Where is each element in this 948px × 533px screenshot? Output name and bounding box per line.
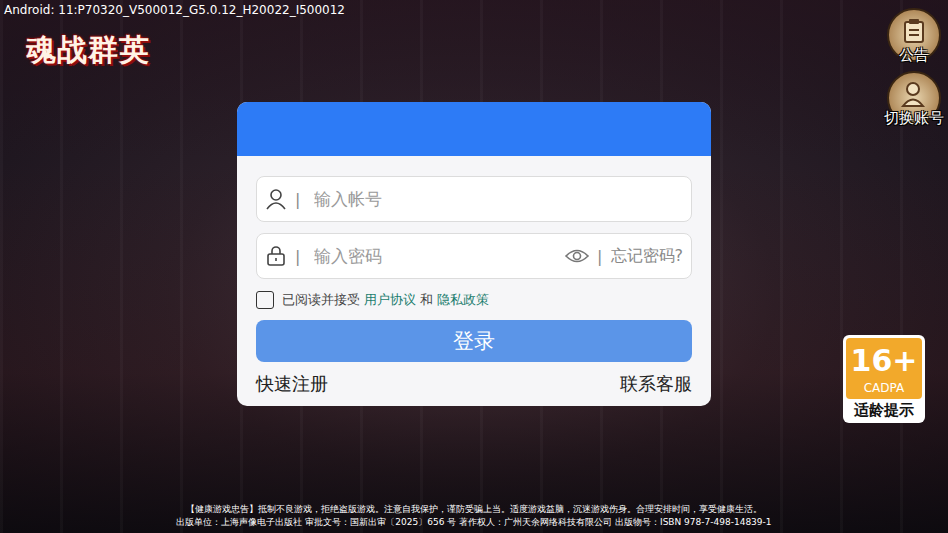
password-field: ||忘记密码?: [256, 233, 692, 279]
footer-notice: 【健康游戏忠告】抵制不良游戏，拒绝盗版游戏。注意自我保护，谨防受骗上当。适度游戏…: [176, 503, 771, 529]
user-icon: [265, 188, 287, 210]
panel-header: [237, 102, 711, 156]
user-agreement-link[interactable]: 用户协议: [364, 291, 416, 309]
account-input[interactable]: [308, 188, 683, 210]
login-panel: | ||忘记密码? 已阅读并接受用户协议和隐私政策登录快速注册 联系客服: [237, 102, 711, 406]
eye-icon[interactable]: [565, 247, 589, 265]
side-button[interactable]: 公告: [887, 8, 941, 65]
side-button[interactable]: 切换账号: [884, 71, 944, 128]
login-button[interactable]: 登录: [256, 320, 692, 362]
login-screen: Android: 11:P70320_V500012_G5.0.12_H2002…: [0, 0, 948, 533]
age-rating-badge: 16+CADPA适龄提示: [843, 335, 925, 423]
register-link[interactable]: 快速注册: [256, 372, 328, 396]
agreement-row: 已阅读并接受用户协议和隐私政策: [256, 291, 692, 309]
forgot-password-link[interactable]: 忘记密码?: [611, 246, 684, 267]
password-input[interactable]: [308, 245, 557, 267]
support-link[interactable]: 联系客服: [620, 372, 692, 396]
side-buttons: 公告切换账号: [884, 8, 944, 128]
person-icon: [899, 79, 929, 109]
account-field: |: [256, 176, 692, 222]
agreement-checkbox[interactable]: [256, 291, 274, 309]
game-logo: 魂战群英: [26, 30, 150, 71]
privacy-policy-link[interactable]: 隐私政策: [437, 291, 489, 309]
notice-board-icon: [899, 16, 929, 46]
build-info: Android: 11:P70320_V500012_G5.0.12_H2002…: [4, 3, 345, 17]
lock-icon: [265, 245, 287, 267]
